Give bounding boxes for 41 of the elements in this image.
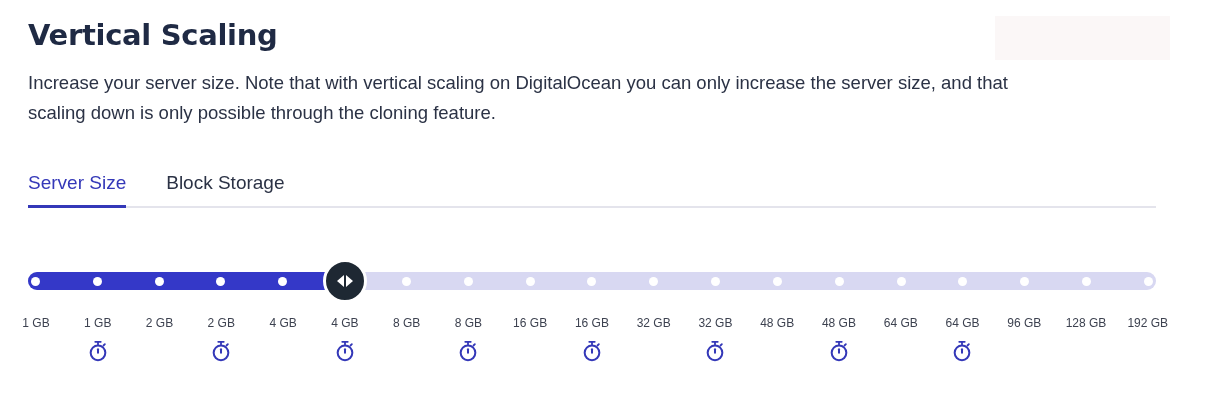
slider-dot bbox=[154, 276, 164, 286]
section-title: Vertical Scaling bbox=[28, 18, 278, 52]
size-label: 48 GB bbox=[821, 316, 856, 330]
size-label: 4 GB bbox=[331, 316, 359, 330]
size-label: 48 GB bbox=[760, 316, 795, 330]
size-label: 96 GB bbox=[1007, 316, 1042, 330]
slider-dot bbox=[711, 276, 721, 286]
slider-dot bbox=[216, 276, 226, 286]
slider-dot bbox=[278, 276, 288, 286]
size-label: 8 GB bbox=[392, 316, 421, 330]
tab[interactable]: Block Storage bbox=[166, 172, 285, 208]
slider-dot bbox=[525, 276, 535, 286]
slider-dot bbox=[649, 276, 659, 286]
slider-dot bbox=[92, 276, 102, 286]
size-label: 1 GB bbox=[84, 316, 112, 330]
slider-dot bbox=[1143, 276, 1153, 286]
slider-dot bbox=[834, 276, 844, 286]
description: Increase your server size. Note that with vertical scaling on DigitalOcean you can only increase the server size, and that scaling down is only possible through the cloning feature. bbox=[28, 71, 1009, 125]
size-label: 192 GB bbox=[1127, 316, 1169, 330]
size-label: 128 GB bbox=[1065, 316, 1107, 330]
size-label: 2 GB bbox=[207, 316, 235, 330]
slider-dot bbox=[772, 276, 782, 286]
slider-dot bbox=[587, 276, 597, 286]
size-label: 64 GB bbox=[945, 316, 980, 330]
slider-dot bbox=[958, 276, 968, 286]
size-label: 2 GB bbox=[145, 316, 174, 330]
slider-dot bbox=[896, 276, 906, 286]
size-label: 64 GB bbox=[883, 316, 918, 330]
size-label: 1 GB bbox=[22, 316, 50, 330]
slider-dot bbox=[1020, 276, 1030, 286]
size-label: 8 GB bbox=[454, 316, 483, 330]
slider-dot bbox=[1082, 276, 1092, 286]
size-label: 32 GB bbox=[698, 316, 733, 330]
size-label: 32 GB bbox=[636, 316, 671, 330]
slider-dot bbox=[401, 276, 411, 286]
slider-dot bbox=[463, 276, 473, 286]
size-label: 16 GB bbox=[574, 316, 609, 330]
tab[interactable]: Server Size bbox=[28, 172, 127, 208]
size-label: 16 GB bbox=[513, 316, 548, 330]
size-label: 4 GB bbox=[269, 316, 297, 330]
slider-dot bbox=[31, 276, 40, 286]
